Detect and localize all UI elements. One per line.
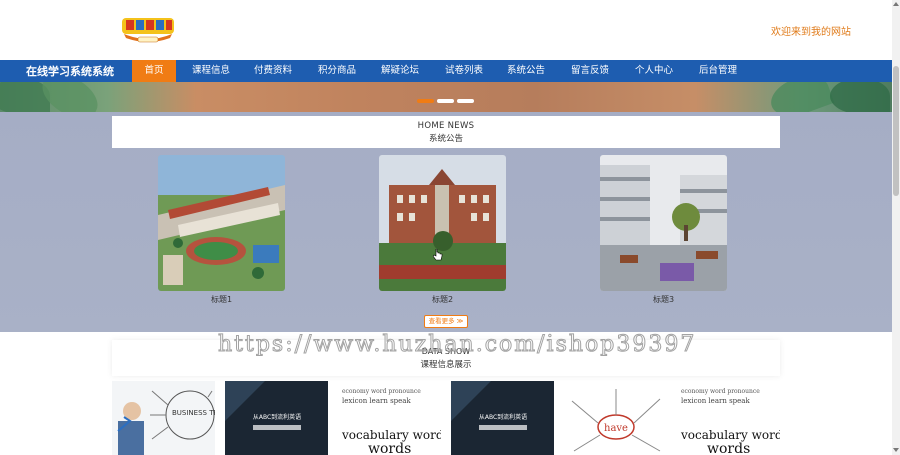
thumb-text: vocabulary words — [341, 428, 441, 442]
news-card-image-1[interactable] — [158, 155, 285, 291]
svg-text:words: words — [707, 441, 750, 455]
main-nav: 在线学习系统系统 首页 课程信息 付费资料 积分商品 解疑论坛 试卷列表 系统公… — [0, 60, 892, 82]
svg-text:lexicon learn speak: lexicon learn speak — [681, 397, 750, 405]
thumb-text: 从ABC到流利英语 — [253, 413, 301, 421]
course-title-cn: 课程信息展示 — [420, 360, 472, 370]
nav-item-admin[interactable]: 后台管理 — [693, 60, 743, 82]
thumb-text: vocabulary words — [680, 428, 780, 442]
news-card-caption-3[interactable]: 标题3 — [600, 294, 727, 305]
course-thumb-3[interactable]: economy word pronounce lexicon learn spe… — [338, 381, 441, 455]
scroll-down-arrow-icon[interactable] — [893, 448, 899, 452]
course-thumb-2[interactable]: 从ABC到流利英语 — [225, 381, 328, 455]
thumb-text: 从ABC到流利英语 — [479, 413, 527, 421]
banner-leaf — [765, 82, 835, 112]
thumb-text: have — [604, 423, 628, 434]
thumb-text: BUSINESS TRAINING — [172, 409, 215, 417]
course-thumb-6[interactable]: economy word pronounce lexicon learn spe… — [677, 381, 780, 455]
svg-text:economy word pronounce: economy word pronounce — [342, 388, 421, 395]
course-thumb-5[interactable]: have — [564, 381, 667, 455]
news-card-caption-2[interactable]: 标题2 — [379, 294, 506, 305]
course-thumb-1[interactable]: BUSINESS TRAINING — [112, 381, 215, 455]
top-header: 欢迎来到我的网站 — [0, 0, 892, 60]
carousel-dot-2[interactable] — [437, 99, 454, 103]
carousel-dot-3[interactable] — [457, 99, 474, 103]
nav-item-profile[interactable]: 个人中心 — [629, 60, 679, 82]
scrollbar-thumb[interactable] — [893, 66, 899, 196]
nav-item-paid-materials[interactable]: 付费资料 — [248, 60, 298, 82]
site-logo[interactable] — [120, 14, 176, 44]
nav-item-points-goods[interactable]: 积分商品 — [312, 60, 362, 82]
mouse-cursor-icon — [433, 249, 443, 261]
news-title-cn: 系统公告 — [428, 134, 463, 144]
welcome-text: 欢迎来到我的网站 — [771, 27, 851, 38]
news-card-caption-1[interactable]: 标题1 — [158, 294, 285, 305]
nav-item-courses[interactable]: 课程信息 — [186, 60, 236, 82]
carousel-dot-1[interactable] — [417, 99, 434, 103]
nav-item-feedback[interactable]: 留言反馈 — [565, 60, 615, 82]
svg-text:words: words — [368, 441, 411, 455]
svg-text:economy word pronounce: economy word pronounce — [681, 388, 760, 395]
banner-leaf — [830, 82, 890, 112]
news-card-image-2[interactable] — [379, 155, 506, 291]
nav-item-home[interactable]: 首页 — [132, 60, 176, 82]
nav-item-notices[interactable]: 系统公告 — [501, 60, 551, 82]
news-card-image-3[interactable] — [600, 155, 727, 291]
nav-item-exams[interactable]: 试卷列表 — [439, 60, 489, 82]
nav-brand[interactable]: 在线学习系统系统 — [26, 63, 114, 79]
watermark-text: https://www.huzhan.com/ishop39397 — [217, 332, 697, 358]
course-thumb-4[interactable]: 从ABC到流利英语 — [451, 381, 554, 455]
banner-carousel[interactable] — [0, 82, 892, 112]
scroll-up-arrow-icon[interactable] — [893, 2, 899, 6]
view-more-button[interactable]: 查看更多 ≫ — [424, 315, 468, 328]
nav-item-forum[interactable]: 解疑论坛 — [375, 60, 425, 82]
carousel-indicators — [417, 99, 474, 103]
news-heading: HOME NEWS 系统公告 — [112, 116, 780, 148]
page-scrollbar[interactable] — [892, 0, 900, 455]
svg-text:lexicon learn speak: lexicon learn speak — [342, 397, 411, 405]
news-title-en: HOME NEWS — [417, 121, 475, 131]
